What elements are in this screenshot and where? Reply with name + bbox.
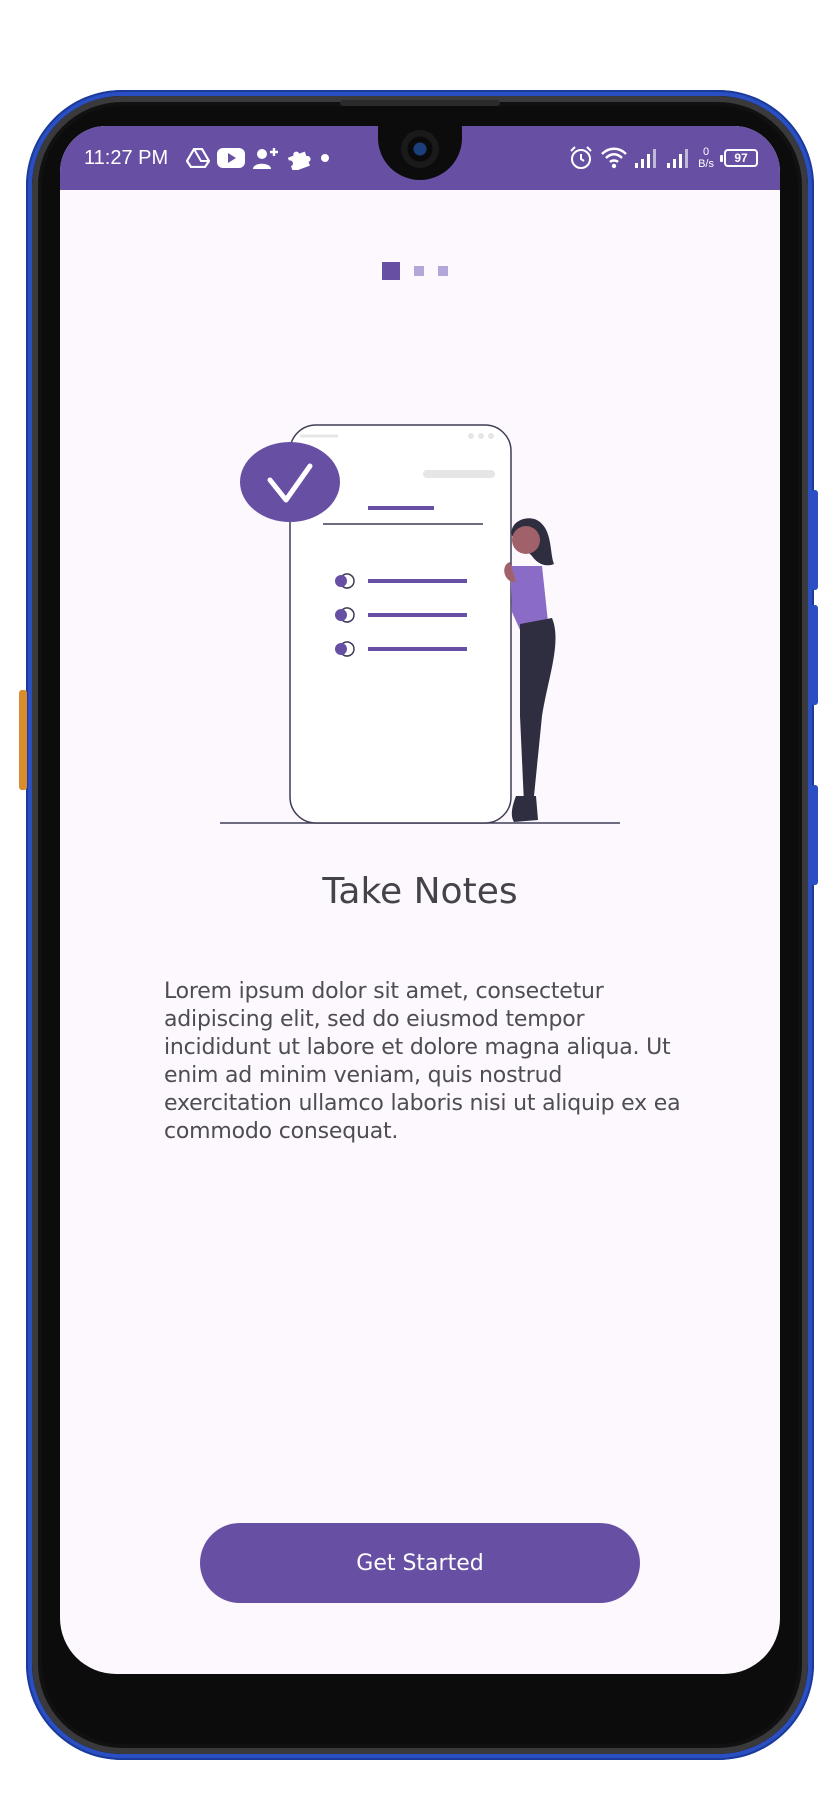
system-icons: 0 B/s 97 (568, 144, 758, 172)
onboarding-title: Take Notes (322, 871, 518, 912)
front-camera (401, 130, 439, 168)
volume-down-button (810, 605, 818, 705)
get-started-button[interactable]: Get Started (200, 1523, 640, 1603)
page-indicator-dot-active[interactable] (382, 262, 400, 280)
page-indicator (382, 262, 448, 280)
side-button-left (19, 690, 27, 790)
drive-icon (186, 148, 210, 168)
page-indicator-dot[interactable] (414, 266, 424, 276)
dot-icon (321, 154, 329, 162)
network-speed-unit: B/s (698, 158, 714, 170)
signal-icon (635, 149, 657, 168)
signal-icon (667, 149, 689, 168)
network-speed: 0 B/s (698, 146, 714, 170)
power-button (810, 785, 818, 885)
alarm-icon (570, 146, 592, 169)
network-speed-value: 0 (702, 146, 710, 158)
app-screen: 11:27 PM 0 B/s 97 Take Notes Lorem ipsum… (60, 126, 780, 1674)
take-notes-illustration (220, 424, 620, 824)
battery-icon: 97 (720, 149, 758, 167)
battery-level: 97 (734, 151, 748, 165)
onboarding-description: Lorem ipsum dolor sit amet, consectetur … (164, 979, 681, 1144)
page-indicator-dot[interactable] (438, 266, 448, 276)
puzzle-icon (287, 151, 311, 170)
notification-icons (186, 144, 332, 172)
youtube-icon (217, 148, 245, 168)
person-add-icon (253, 148, 278, 169)
wifi-icon (601, 147, 627, 169)
status-time: 11:27 PM (84, 147, 169, 169)
earpiece-speaker (340, 100, 500, 106)
volume-up-button (810, 490, 818, 590)
status-bar: 11:27 PM 0 B/s 97 (60, 126, 780, 190)
